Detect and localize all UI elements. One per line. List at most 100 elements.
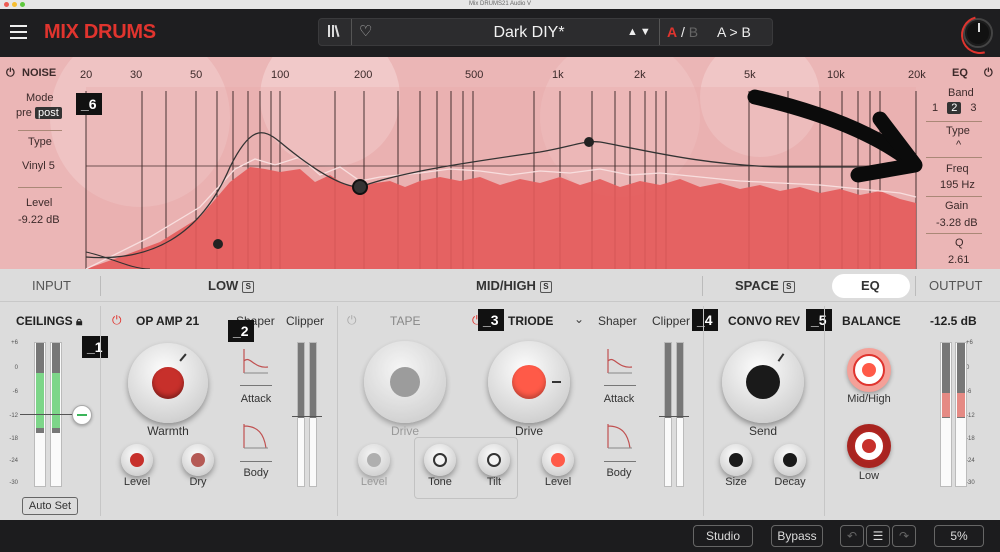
- eq-gain-value[interactable]: -3.28 dB: [936, 217, 978, 229]
- mode-post[interactable]: post: [34, 107, 62, 119]
- window-titlebar: Mix DRUMS21 Audio V: [0, 0, 1000, 9]
- attack-slider[interactable]: [240, 385, 272, 386]
- output-level-knob[interactable]: [963, 18, 993, 48]
- ceilings-scale-m18: -18: [9, 436, 18, 442]
- freq-label: 1k: [552, 69, 564, 81]
- bypass-button[interactable]: Bypass: [771, 525, 823, 547]
- triode-dropdown-chevron-icon[interactable]: ⌄: [574, 312, 584, 326]
- noise-power-icon[interactable]: ⏻: [6, 67, 15, 80]
- convo-size-knob[interactable]: [720, 444, 752, 476]
- clipper2-meter-left: [664, 342, 672, 487]
- tab-midhigh[interactable]: MID/HIGH S: [476, 278, 552, 293]
- opamp-power-icon[interactable]: ⏻: [112, 313, 122, 328]
- convo-send-knob[interactable]: [722, 341, 804, 423]
- clipper2-meter-right: [676, 342, 684, 487]
- tab-low[interactable]: LOW S: [208, 278, 255, 293]
- band-3[interactable]: 3: [970, 102, 976, 114]
- ceilings-scale-0: 0: [14, 365, 18, 371]
- attack-curve-icon[interactable]: [604, 345, 634, 377]
- eq-band-selector[interactable]: 1 2 3: [932, 102, 977, 114]
- redo-icon[interactable]: ↷: [892, 525, 916, 547]
- copy-a-to-b-button[interactable]: A > B: [717, 24, 751, 40]
- opamp-level-label: Level: [123, 476, 151, 488]
- eq-type-label: Type: [946, 125, 970, 137]
- clipper1-meter-right: [309, 342, 317, 487]
- tape-drive-knob[interactable]: [364, 341, 446, 423]
- library-icon[interactable]: [327, 24, 343, 40]
- space-solo-button[interactable]: S: [782, 281, 795, 293]
- attack-curve-icon[interactable]: [240, 345, 270, 377]
- opamp-level-knob[interactable]: [121, 444, 153, 476]
- balance-midhigh-knob[interactable]: [847, 348, 891, 392]
- spectrum-eq-display[interactable]: ⏻ NOISE Mode pre post Type Vinyl 5 Level…: [0, 57, 1000, 269]
- tab-input[interactable]: INPUT: [32, 278, 71, 293]
- convo-decay-knob[interactable]: [774, 444, 806, 476]
- triode-drive-knob[interactable]: [488, 341, 570, 423]
- preset-prev-next-arrows[interactable]: ▲▼: [627, 26, 653, 38]
- app-title: MIX DRUMS: [44, 21, 156, 43]
- bell-filter-icon[interactable]: ^: [956, 139, 961, 151]
- tab-eq[interactable]: EQ: [861, 278, 880, 293]
- ab-compare[interactable]: A / B: [667, 24, 698, 40]
- preset-selector[interactable]: ♡ Dark DIY* ▲▼ A / B A > B: [318, 18, 773, 46]
- ab-b-button[interactable]: B: [689, 24, 698, 40]
- ceiling-slider-handle[interactable]: [72, 405, 92, 425]
- tab-output[interactable]: OUTPUT: [929, 278, 982, 293]
- ab-a-button[interactable]: A: [667, 24, 677, 40]
- tape-level-knob[interactable]: [358, 444, 390, 476]
- lock-icon[interactable]: 🔒︎: [76, 314, 82, 328]
- noise-type-label: Type: [28, 136, 52, 148]
- clipper1-threshold[interactable]: [292, 416, 322, 417]
- eq-q-label: Q: [955, 237, 964, 249]
- low-solo-button[interactable]: S: [242, 281, 255, 293]
- ceilings-scale-m30: -30: [9, 480, 18, 486]
- ceilings-title-text: CEILINGS: [16, 314, 73, 328]
- ceilings-scale-m6: -6: [12, 389, 18, 395]
- ceilings-scale-6: +6: [11, 340, 18, 346]
- output-value[interactable]: -12.5 dB: [930, 314, 977, 328]
- warmth-knob[interactable]: [128, 343, 208, 423]
- noise-type-value[interactable]: Vinyl 5: [22, 160, 55, 172]
- eq-freq-value[interactable]: 195 Hz: [940, 179, 975, 191]
- tab-space[interactable]: SPACE S: [735, 278, 795, 293]
- history-list-icon[interactable]: ☰: [866, 525, 890, 547]
- zoom-value[interactable]: 5%: [934, 525, 984, 547]
- opamp-dry-knob[interactable]: [182, 444, 214, 476]
- balance-low-knob[interactable]: [847, 424, 891, 468]
- shaper2-body-label: Body: [606, 467, 632, 479]
- body-curve-icon[interactable]: [604, 420, 634, 452]
- midhigh-solo-button[interactable]: S: [539, 281, 552, 293]
- noise-mode-toggle[interactable]: pre post: [16, 107, 62, 119]
- undo-icon[interactable]: ↶: [840, 525, 864, 547]
- shaper2-title: Shaper: [598, 314, 637, 328]
- eq-power-icon[interactable]: ⏻: [984, 67, 993, 80]
- clipper2-threshold[interactable]: [659, 416, 689, 417]
- divider: [18, 130, 62, 131]
- eq-band-1-node: [213, 239, 223, 249]
- triode-tilt-knob[interactable]: [478, 444, 510, 476]
- mode-pre[interactable]: pre: [16, 107, 32, 119]
- divider: [100, 306, 101, 516]
- triode-tone-knob[interactable]: [424, 444, 456, 476]
- body-curve-icon[interactable]: [240, 420, 270, 452]
- band-1[interactable]: 1: [932, 102, 938, 114]
- triode-level-knob[interactable]: [542, 444, 574, 476]
- triode-tilt-label: Tilt: [486, 476, 502, 488]
- triode-drive-label: Drive: [514, 424, 543, 438]
- tape-power-icon[interactable]: ⏻: [347, 313, 357, 328]
- body-slider[interactable]: [240, 461, 272, 462]
- studio-button[interactable]: Studio: [693, 525, 753, 547]
- auto-set-button[interactable]: Auto Set: [22, 497, 78, 515]
- band-2[interactable]: 2: [947, 102, 962, 114]
- preset-name[interactable]: Dark DIY*: [409, 24, 649, 42]
- eq-band-label: Band: [948, 87, 974, 99]
- eq-q-value[interactable]: 2.61: [948, 254, 969, 266]
- attack-slider[interactable]: [604, 385, 636, 386]
- module-tabs: INPUT LOW S MID/HIGH S SPACE S EQ OUTPUT: [0, 270, 1000, 302]
- noise-level-value[interactable]: -9.22 dB: [18, 214, 60, 226]
- triode-title: TRIODE: [508, 314, 554, 328]
- menu-icon[interactable]: [10, 25, 27, 39]
- output-scale-6: +6: [966, 340, 973, 346]
- body-slider[interactable]: [604, 461, 636, 462]
- favorite-icon[interactable]: ♡: [359, 22, 372, 40]
